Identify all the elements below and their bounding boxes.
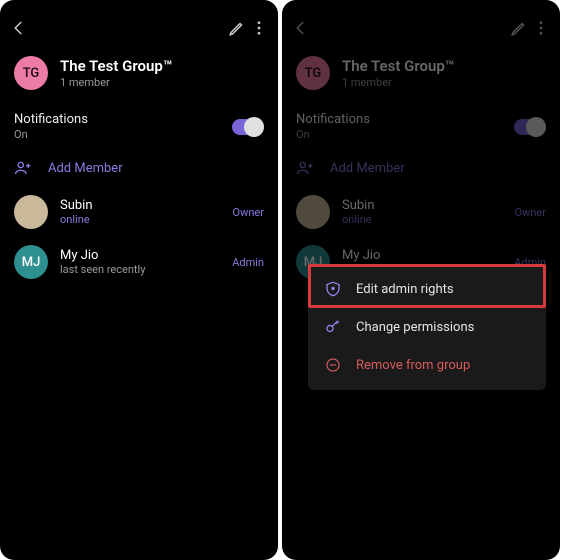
group-header: TG The Test Group™ 1 member — [282, 48, 560, 104]
top-bar — [0, 0, 278, 48]
screen-left: TG The Test Group™ 1 member Notification… — [0, 0, 278, 560]
group-subtitle: 1 member — [342, 76, 454, 89]
add-member-button[interactable]: Add Member — [0, 149, 278, 187]
more-icon[interactable] — [530, 17, 552, 39]
member-status: online — [60, 213, 221, 226]
notifications-label: Notifications — [14, 112, 232, 127]
member-role: Owner — [233, 206, 264, 219]
back-icon[interactable] — [8, 17, 30, 39]
member-avatar: MJ — [14, 245, 48, 279]
member-name: Subin — [342, 198, 503, 213]
menu-change-permissions[interactable]: Change permissions — [308, 308, 546, 346]
member-name: My Jio — [60, 248, 220, 263]
member-status: last seen recently — [60, 263, 220, 276]
group-header: TG The Test Group™ 1 member — [0, 48, 278, 104]
remove-icon — [324, 356, 342, 374]
edit-icon[interactable] — [508, 17, 530, 39]
screen-right: TG The Test Group™ 1 member Notification… — [282, 0, 560, 560]
notifications-label: Notifications — [296, 112, 514, 127]
group-avatar: TG — [296, 56, 330, 90]
member-name: My Jio — [342, 248, 502, 263]
back-icon[interactable] — [290, 17, 312, 39]
group-subtitle: 1 member — [60, 76, 172, 89]
add-member-icon — [14, 159, 32, 177]
notifications-toggle[interactable] — [514, 119, 546, 135]
member-role: Owner — [515, 206, 546, 219]
add-member-button[interactable]: Add Member — [282, 149, 560, 187]
menu-remove[interactable]: Remove from group — [308, 346, 546, 384]
more-icon[interactable] — [248, 17, 270, 39]
key-icon — [324, 318, 342, 336]
add-member-icon — [296, 159, 314, 177]
menu-label: Edit admin rights — [356, 282, 454, 297]
group-title: The Test Group™ — [60, 57, 172, 75]
add-member-label: Add Member — [330, 161, 405, 176]
member-row[interactable]: MJ My Jio last seen recently Admin — [0, 237, 278, 287]
member-role: Admin — [232, 256, 264, 269]
menu-edit-admin[interactable]: Edit admin rights — [308, 270, 546, 308]
add-member-label: Add Member — [48, 161, 123, 176]
member-row[interactable]: Subin online Owner — [282, 187, 560, 237]
member-status: online — [342, 213, 503, 226]
group-title: The Test Group™ — [342, 57, 454, 75]
member-avatar — [14, 195, 48, 229]
context-menu: Edit admin rights Change permissions Rem… — [308, 264, 546, 390]
notifications-value: On — [14, 128, 232, 141]
group-avatar: TG — [14, 56, 48, 90]
menu-label: Change permissions — [356, 320, 474, 335]
notifications-toggle[interactable] — [232, 119, 264, 135]
menu-label: Remove from group — [356, 358, 470, 373]
member-avatar — [296, 195, 330, 229]
notifications-value: On — [296, 128, 514, 141]
top-bar — [282, 0, 560, 48]
shield-star-icon — [324, 280, 342, 298]
edit-icon[interactable] — [226, 17, 248, 39]
notifications-row[interactable]: Notifications On — [282, 104, 560, 149]
member-name: Subin — [60, 198, 221, 213]
member-row[interactable]: Subin online Owner — [0, 187, 278, 237]
notifications-row[interactable]: Notifications On — [0, 104, 278, 149]
